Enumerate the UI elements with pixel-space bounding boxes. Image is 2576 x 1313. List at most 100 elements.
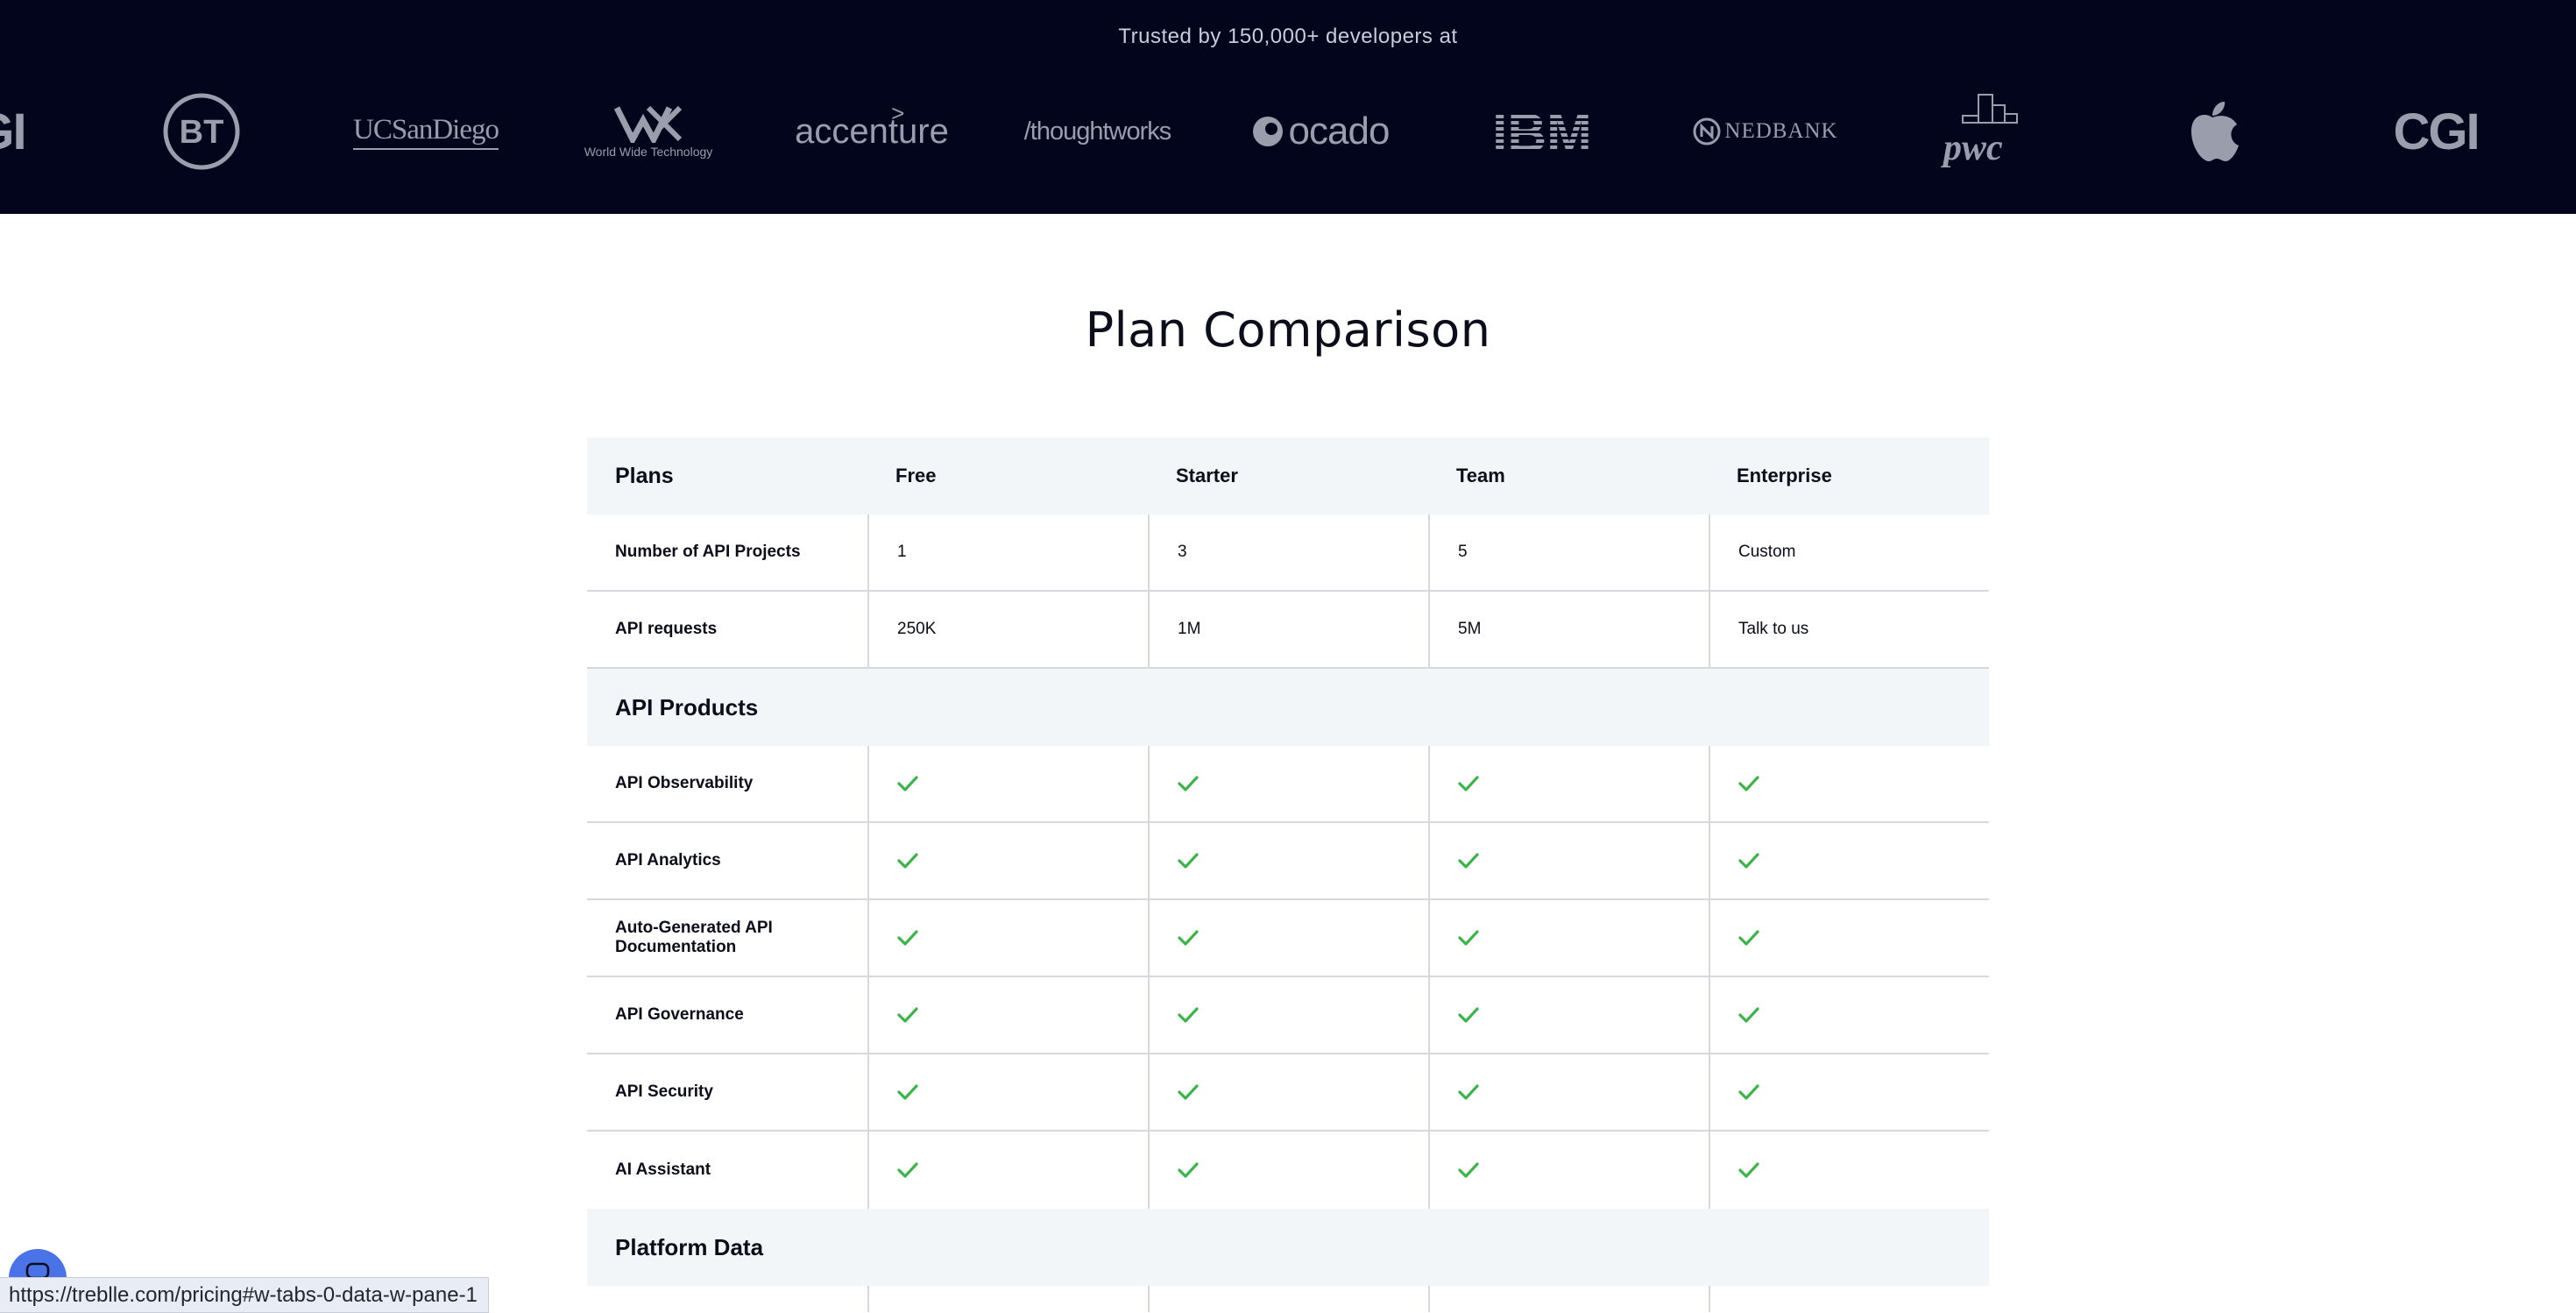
team-check-cell (1428, 1132, 1709, 1209)
section-title: Platform Data (615, 1233, 764, 1260)
enterprise-check-cell (1709, 977, 1989, 1053)
page-title: Plan Comparison (1085, 302, 1491, 358)
check-icon (897, 776, 918, 791)
enterprise-check-cell (1709, 1054, 1989, 1130)
check-icon (1178, 1162, 1199, 1178)
header-team: Team (1456, 465, 1505, 486)
team-check-cell (1428, 900, 1709, 976)
free-check-cell (867, 1054, 1148, 1130)
table-row: API Analytics (587, 823, 1989, 900)
free-check-cell (867, 977, 1148, 1053)
row-label: API requests (615, 620, 718, 638)
check-icon (1178, 853, 1199, 869)
team-value: 5 (1428, 515, 1709, 590)
section-header-row: Platform Data (587, 1209, 1989, 1286)
section-header-row: API Products (587, 669, 1989, 746)
enterprise-check-cell (1709, 900, 1989, 976)
starter-check-cell (1148, 746, 1428, 821)
free-value: 250K (867, 592, 1148, 667)
team-check-cell (1428, 1054, 1709, 1130)
enterprise-value: Talk to us (1709, 592, 1989, 667)
check-icon (1458, 1084, 1479, 1100)
enterprise-check-cell (1709, 746, 1989, 821)
check-icon (897, 1162, 918, 1178)
check-icon (1458, 1162, 1479, 1178)
table-row: Auto-Generated API Documentation (587, 900, 1989, 977)
cgi-logo: CGI (2393, 103, 2480, 160)
header-starter: Starter (1176, 465, 1238, 486)
trusted-by-text: Trusted by 150,000+ developers at (1118, 25, 1458, 48)
row-label: Number of API Projects (615, 543, 801, 561)
check-icon (1738, 853, 1759, 869)
check-icon (1178, 776, 1199, 791)
bt-logo: BT (162, 88, 241, 175)
nedbank-logo: NEDBANK (1691, 88, 1840, 175)
check-icon (1458, 1007, 1479, 1023)
row-label: API Analytics (615, 851, 721, 869)
table-row: API Observability (587, 746, 1989, 823)
wwt-logo: World Wide Technology (570, 88, 727, 175)
header-enterprise: Enterprise (1737, 465, 1832, 486)
starter-check-cell (1148, 1054, 1428, 1130)
team-check-cell (1428, 746, 1709, 821)
svg-text:IBM: IBM (1492, 108, 1592, 155)
row-label: API Observability (615, 774, 754, 792)
pwc-logo: pwc (1932, 88, 2046, 175)
starter-value: 1M (1148, 592, 1428, 667)
starter-check-cell (1148, 900, 1428, 976)
svg-text:BT: BT (180, 114, 224, 151)
row-label: Auto-Generated API Documentation (615, 919, 773, 956)
check-icon (1738, 776, 1759, 791)
row-label: API Governance (615, 1005, 744, 1024)
apple-logo (2182, 88, 2243, 175)
check-icon (1178, 930, 1199, 946)
ibm-logo: IBM (1485, 88, 1599, 175)
plan-comparison-table: Plans Free Starter Team Enterprise Numbe… (587, 437, 1989, 1312)
starter-check-cell (1148, 823, 1428, 898)
ocado-logo: ocado (1242, 88, 1397, 175)
table-row: AI Assistant (587, 1132, 1989, 1209)
check-icon (1178, 1007, 1199, 1023)
check-icon (1458, 853, 1479, 869)
free-check-cell (867, 1132, 1148, 1209)
check-icon (897, 853, 918, 869)
row-label: API Security (615, 1082, 713, 1101)
header-plans: Plans (615, 463, 674, 488)
table-row (587, 1286, 1989, 1312)
check-icon (897, 930, 918, 946)
status-bar-url: https://treblle.com/pricing#w-tabs-0-dat… (0, 1277, 489, 1313)
free-value: 1 (867, 515, 1148, 590)
check-icon (1458, 776, 1479, 791)
row-label: AI Assistant (615, 1160, 711, 1179)
check-icon (1458, 930, 1479, 946)
starter-check-cell (1148, 1132, 1428, 1209)
team-check-cell (1428, 823, 1709, 898)
enterprise-check-cell (1709, 823, 1989, 898)
enterprise-check-cell (1709, 1132, 1989, 1209)
free-check-cell (867, 746, 1148, 821)
accenture-logo: accenture > (795, 99, 949, 151)
table-row: Number of API Projects 1 3 5 Custom (587, 515, 1989, 592)
team-value: 5M (1428, 592, 1709, 667)
check-icon (1178, 1084, 1199, 1100)
table-row: API requests 250K 1M 5M Talk to us (587, 592, 1989, 669)
thoughtworks-logo: /thoughtworks (1023, 117, 1172, 145)
ucsd-logo: UCSanDiego (350, 88, 501, 175)
free-check-cell (867, 900, 1148, 976)
header-free: Free (895, 465, 937, 486)
section-title: API Products (615, 693, 759, 720)
enterprise-value: Custom (1709, 515, 1989, 590)
table-row: API Governance (587, 977, 1989, 1054)
starter-check-cell (1148, 977, 1428, 1053)
svg-text:pwc: pwc (1941, 128, 2003, 168)
check-icon (897, 1007, 918, 1023)
check-icon (897, 1084, 918, 1100)
table-header-row: Plans Free Starter Team Enterprise (587, 437, 1989, 515)
free-check-cell (867, 823, 1148, 898)
team-check-cell (1428, 977, 1709, 1053)
check-icon (1738, 930, 1759, 946)
cgi-logo: GI (0, 103, 27, 160)
chat-icon (25, 1262, 50, 1279)
table-row: API Security (587, 1054, 1989, 1132)
check-icon (1738, 1084, 1759, 1100)
